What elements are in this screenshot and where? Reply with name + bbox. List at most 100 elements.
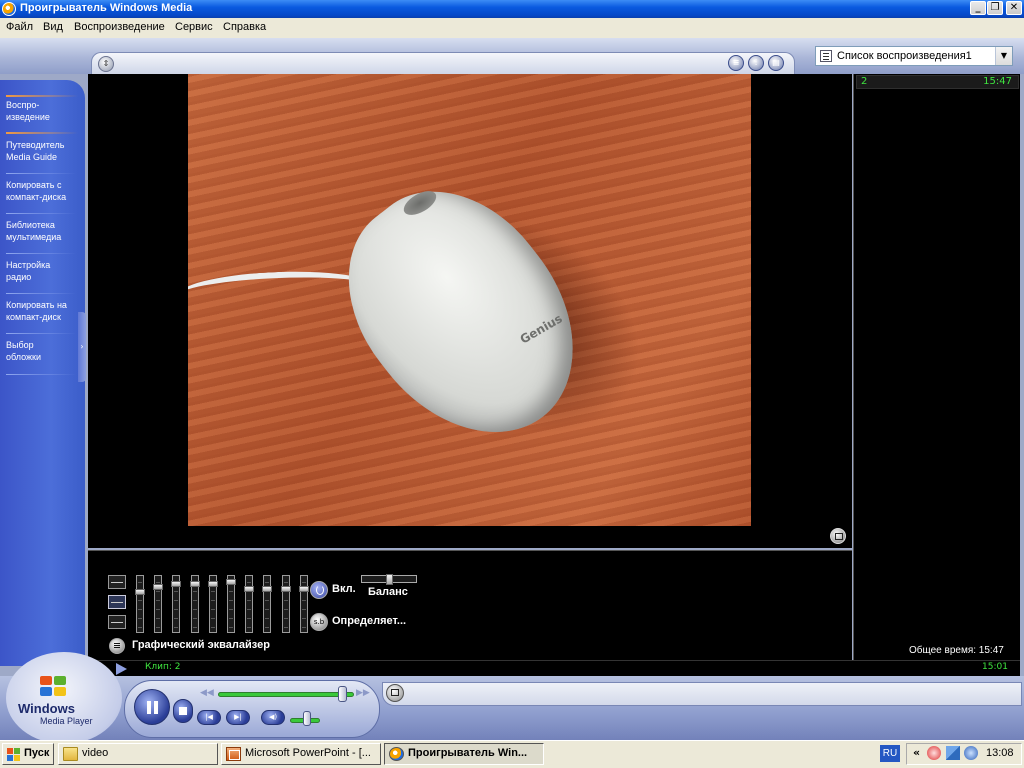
- volume-thumb[interactable]: [303, 711, 311, 726]
- taskbar-item-media-player[interactable]: Проигрыватель Win...: [384, 743, 544, 765]
- video-frame[interactable]: Genius: [188, 74, 751, 526]
- eq-band-slider[interactable]: [135, 575, 145, 633]
- eq-band-slider[interactable]: [226, 575, 236, 633]
- previous-button[interactable]: |◀: [197, 710, 221, 725]
- nav-item-media-library[interactable]: Библиотека мультимедиа: [6, 219, 78, 243]
- start-button[interactable]: Пуск: [2, 743, 54, 765]
- close-button[interactable]: ✕: [1006, 1, 1022, 15]
- eq-band-slider[interactable]: [208, 575, 218, 633]
- equalizer-settings-icon[interactable]: ⫶: [748, 55, 764, 71]
- eq-band-tick: [174, 609, 178, 610]
- nav-item-label: изведение: [6, 112, 50, 122]
- tray-expand-icon[interactable]: «: [913, 746, 920, 759]
- nav-item-label: Выбор: [6, 340, 34, 350]
- eq-band-slider[interactable]: [153, 575, 163, 633]
- eq-band-slider[interactable]: [190, 575, 200, 633]
- menu-file[interactable]: Файл: [6, 21, 33, 33]
- eq-band-tick: [138, 609, 142, 610]
- eq-band-tick: [211, 618, 215, 619]
- eq-band-tick: [265, 609, 269, 610]
- eq-preset-loose-icon[interactable]: [108, 575, 126, 589]
- nav-item-label: Копировать с: [6, 180, 62, 190]
- nav-divider: [6, 173, 76, 174]
- nav-divider: [6, 333, 76, 334]
- wmp-app-icon[interactable]: [2, 2, 16, 16]
- mute-button[interactable]: ◀): [261, 710, 285, 725]
- eq-band-thumb[interactable]: [244, 586, 254, 592]
- menu-view[interactable]: Вид: [43, 21, 63, 33]
- playlist-view-icon[interactable]: ▤: [768, 55, 784, 71]
- eq-band-tick: [265, 600, 269, 601]
- eq-mode-button[interactable]: s.b: [310, 613, 328, 631]
- elapsed-time: 15:01: [982, 662, 1008, 672]
- nav-item-label: Копировать на: [6, 300, 67, 310]
- eq-band-thumb[interactable]: [135, 589, 145, 595]
- eq-band-thumb[interactable]: [262, 586, 272, 592]
- eq-band-slider[interactable]: [262, 575, 272, 633]
- language-indicator[interactable]: RU: [880, 745, 900, 762]
- next-button[interactable]: ▶|: [226, 710, 250, 725]
- taskbar-collapse-handle[interactable]: ›: [78, 312, 86, 382]
- nav-item-media-guide[interactable]: Путеводитель Media Guide: [6, 139, 78, 163]
- balance-slider[interactable]: [361, 574, 417, 585]
- menu-tools[interactable]: Сервис: [175, 21, 213, 33]
- nav-item-skin-chooser[interactable]: Выбор обложки: [6, 339, 78, 363]
- nav-item-copy-from-cd[interactable]: Копировать с компакт-диска: [6, 179, 78, 203]
- eq-band-slider[interactable]: [281, 575, 291, 633]
- eq-band-thumb[interactable]: [281, 586, 291, 592]
- eq-band-tick: [193, 600, 197, 601]
- pause-button[interactable]: [134, 689, 170, 725]
- security-alert-icon[interactable]: [927, 746, 941, 760]
- chevron-down-icon[interactable]: ▼: [995, 47, 1012, 65]
- play-indicator-icon: [116, 663, 127, 675]
- eq-band-thumb[interactable]: [299, 586, 309, 592]
- rewind-icon[interactable]: ◀◀: [200, 688, 214, 698]
- fast-forward-icon[interactable]: ▶▶: [356, 688, 370, 698]
- full-screen-icon[interactable]: [830, 528, 846, 544]
- eq-preset-tight-icon[interactable]: [108, 615, 126, 629]
- eq-band-tick: [211, 627, 215, 628]
- eq-band-tick: [229, 609, 233, 610]
- eq-menu-icon[interactable]: [109, 638, 125, 654]
- eq-band-tick: [156, 618, 160, 619]
- taskbar-item-video[interactable]: video: [58, 743, 218, 765]
- nav-item-copy-to-cd[interactable]: Копировать на компакт-диск: [6, 299, 78, 323]
- eq-mode-label[interactable]: Определяет...: [332, 615, 406, 627]
- taskbar-item-powerpoint[interactable]: Microsoft PowerPoint - [...: [221, 743, 381, 765]
- playlist-row[interactable]: 2 15:47: [856, 75, 1019, 89]
- logo-text-windows: Windows: [18, 701, 75, 716]
- seek-bar[interactable]: [218, 692, 354, 697]
- hide-menu-bar-icon[interactable]: ⇕: [98, 56, 114, 72]
- eq-band-thumb[interactable]: [171, 581, 181, 587]
- eq-preset-medium-icon[interactable]: [108, 595, 126, 609]
- minimize-button[interactable]: _: [970, 1, 986, 15]
- maximize-button[interactable]: ❐: [987, 1, 1003, 15]
- playlist-dropdown[interactable]: Список воспроизведения1 ▼: [815, 46, 1013, 66]
- nav-item-radio-tuner[interactable]: Настройка радио: [6, 259, 78, 283]
- visualization-icon[interactable]: ≡: [728, 55, 744, 71]
- window-title: Проигрыватель Windows Media: [20, 2, 193, 14]
- eq-band-thumb[interactable]: [190, 581, 200, 587]
- eq-band-slider[interactable]: [299, 575, 309, 633]
- menu-play[interactable]: Воспроизведение: [74, 21, 165, 33]
- eq-band-tick: [156, 609, 160, 610]
- balance-slider-thumb[interactable]: [386, 574, 393, 585]
- seek-thumb[interactable]: [338, 686, 347, 702]
- stop-button[interactable]: [173, 699, 193, 723]
- nav-item-now-playing[interactable]: Воспро- изведение: [6, 99, 78, 123]
- eq-band-thumb[interactable]: [226, 579, 236, 585]
- eq-band-thumb[interactable]: [153, 584, 163, 590]
- eq-power-button[interactable]: [310, 581, 328, 599]
- playlist-dropdown-value: Список воспроизведения1: [837, 50, 972, 62]
- nav-item-label: Media Guide: [6, 152, 58, 162]
- eq-band-slider[interactable]: [244, 575, 254, 633]
- eq-band-thumb[interactable]: [208, 581, 218, 587]
- menu-help[interactable]: Справка: [223, 21, 266, 33]
- eq-band-slider[interactable]: [171, 575, 181, 633]
- network-icon[interactable]: [946, 746, 960, 760]
- eq-band-tick: [156, 600, 160, 601]
- mini-mode-icon[interactable]: [386, 684, 404, 702]
- bluetooth-icon[interactable]: [964, 746, 978, 760]
- taskbar-item-label: Проигрыватель Win...: [408, 747, 528, 759]
- eq-power-label: Вкл.: [332, 583, 356, 595]
